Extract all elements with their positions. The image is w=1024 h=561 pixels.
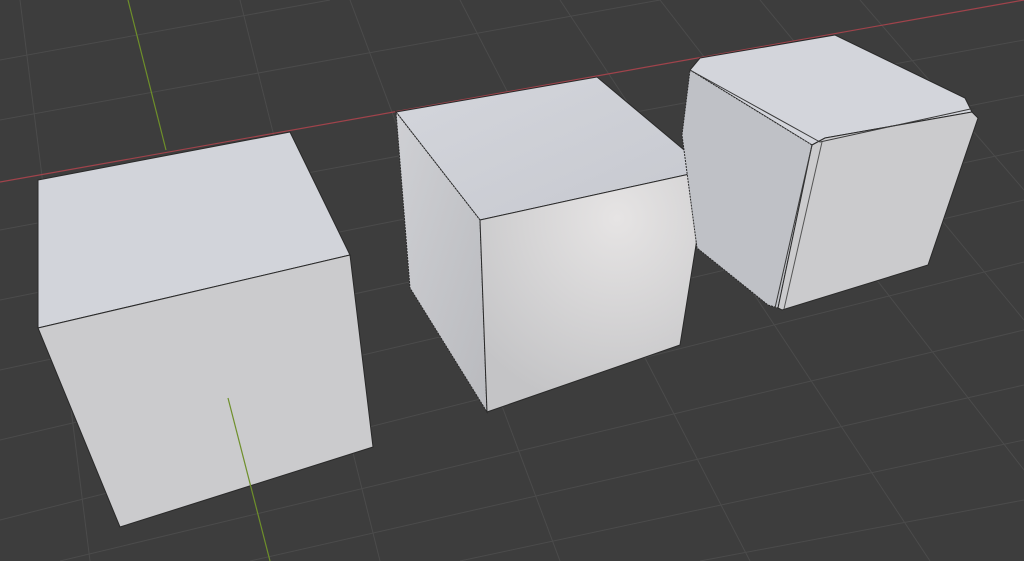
cube-flat[interactable] <box>37 131 374 528</box>
y-axis-line <box>127 0 167 151</box>
viewport-canvas[interactable] <box>0 0 1024 561</box>
cube-smooth[interactable] <box>395 76 710 414</box>
cube-bevelled[interactable] <box>681 34 979 311</box>
3d-viewport[interactable] <box>0 0 1024 561</box>
